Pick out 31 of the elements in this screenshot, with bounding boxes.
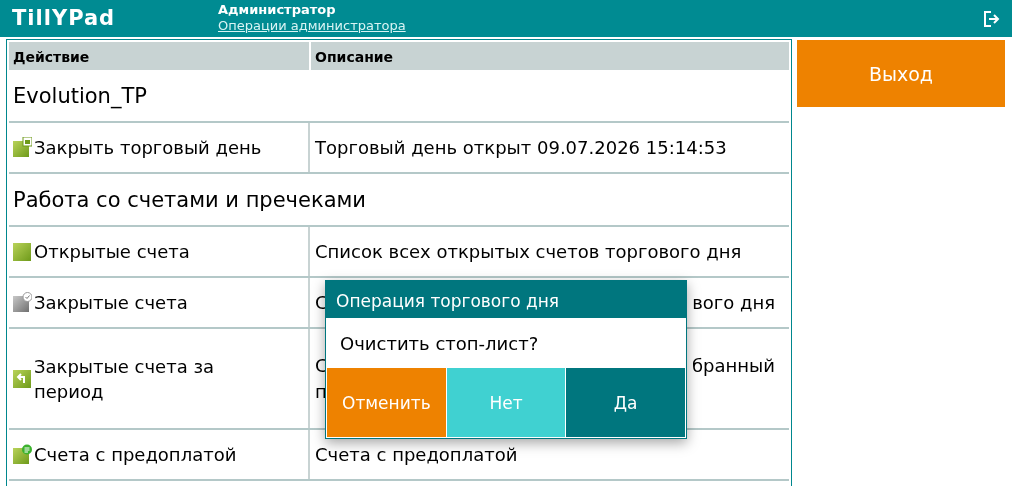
user-name: Администратор — [218, 2, 337, 17]
logout-icon — [984, 10, 1002, 27]
square-list-icon — [12, 444, 32, 465]
action-label: Закрыть торговый день — [34, 136, 263, 160]
logo: TillYPad — [11, 5, 117, 32]
action-label: Закрытые счета за период — [34, 354, 216, 404]
description-text: бранный — [692, 353, 775, 378]
yes-button[interactable]: Да — [566, 368, 685, 437]
square-check-icon — [12, 292, 32, 313]
action-item[interactable]: Открытые счета — [9, 227, 310, 276]
action-label: Открытые счета — [34, 240, 191, 264]
description-text: п — [315, 379, 327, 404]
square-calendar-icon — [12, 137, 32, 158]
description-text: Счета с предоплатой — [315, 442, 518, 467]
column-header: Действие — [9, 42, 311, 70]
square-icon — [12, 241, 32, 262]
action-item[interactable]: Закрытые счета за период — [9, 329, 310, 428]
group-title: Работа со счетами и пречеками — [12, 187, 366, 212]
page-subtitle: Операции администратора — [218, 17, 407, 34]
description-text: Торговый день открыт 09.07.2026 15:14:53 — [315, 135, 727, 160]
action-item[interactable]: Закрыть торговый день — [9, 123, 310, 172]
action-label: Закрытые счета — [34, 291, 189, 315]
group-title: Evolution_TP — [12, 83, 147, 108]
action-item[interactable]: Счета с предоплатой — [9, 430, 310, 479]
column-header: Описание — [314, 48, 394, 67]
action-item[interactable]: Закрытые счета — [9, 278, 310, 327]
dialog-title: Операция торгового дня — [326, 281, 686, 318]
action-label: Счета с предоплатой — [34, 443, 238, 467]
description-text: Список всех открытых счетов торгового дня — [315, 239, 742, 264]
description-text: вого дня — [692, 290, 775, 315]
dialog-message: Очистить стоп-лист? — [339, 332, 540, 356]
